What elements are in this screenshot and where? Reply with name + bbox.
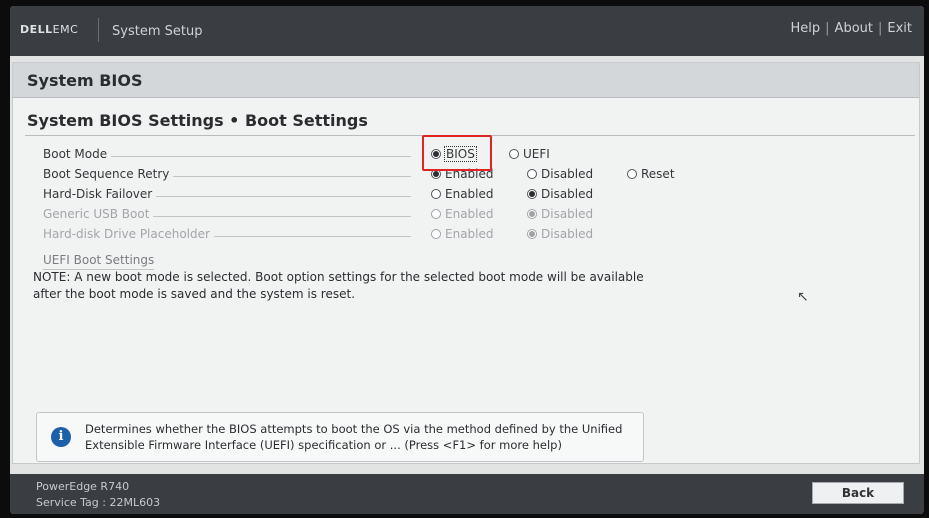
section-title: System BIOS [27, 71, 143, 90]
radio-enabled: Enabled [431, 227, 494, 241]
setting-row-hdd-placeholder: Hard-disk Drive Placeholder Enabled Disa… [43, 227, 913, 245]
info-icon: i [51, 427, 71, 447]
dell-emc-logo: DELLEMC [20, 23, 79, 36]
setting-row-generic-usb-boot: Generic USB Boot Enabled Disabled [43, 207, 913, 225]
service-tag: Service Tag : 22ML603 [36, 496, 161, 509]
main-panel: System BIOS System BIOS Settings • Boot … [12, 62, 920, 464]
setting-label: Boot Mode [43, 147, 112, 161]
link-separator: | [825, 21, 830, 36]
section-header: System BIOS [13, 63, 919, 98]
bios-screen: DELLEMC System Setup Help | About | Exit Sys… [10, 6, 924, 514]
app-title: System Setup [112, 24, 203, 39]
radio-disabled: Disabled [527, 207, 593, 221]
radio-selected-icon [527, 228, 537, 239]
setting-label: Hard-Disk Failover [43, 187, 157, 201]
setting-label: Hard-disk Drive Placeholder [43, 227, 214, 241]
radio-icon [527, 168, 537, 179]
help-box: i Determines whether the BIOS attempts t… [36, 412, 644, 462]
page-title: System BIOS Settings • Boot Settings [27, 111, 368, 130]
top-bar: DELLEMC System Setup Help | About | Exit [10, 6, 924, 56]
setting-row-hard-disk-failover: Hard-Disk Failover Enabled Disabled [43, 187, 913, 205]
radio-selected-icon [527, 208, 537, 219]
setting-label: Boot Sequence Retry [43, 167, 174, 181]
radio-icon [431, 228, 441, 239]
top-links: Help | About | Exit [791, 21, 912, 36]
radio-icon [627, 168, 637, 179]
system-model: PowerEdge R740 [36, 480, 130, 493]
footer-bar: PowerEdge R740 Service Tag : 22ML603 Bac… [10, 474, 924, 514]
radio-enabled[interactable]: Enabled [431, 187, 494, 201]
radio-icon [509, 148, 519, 159]
radio-enabled: Enabled [431, 207, 494, 221]
radio-icon [431, 208, 441, 219]
radio-uefi[interactable]: UEFI [509, 147, 550, 161]
back-button[interactable]: Back [812, 482, 904, 504]
about-link[interactable]: About [835, 21, 873, 36]
help-text: Determines whether the BIOS attempts to … [85, 422, 623, 452]
radio-disabled[interactable]: Disabled [527, 167, 593, 181]
link-separator: | [877, 21, 883, 36]
radio-reset[interactable]: Reset [627, 167, 675, 181]
exit-link[interactable]: Exit [887, 21, 912, 36]
radio-icon [431, 188, 441, 199]
note-text: NOTE: A new boot mode is selected. Boot … [33, 270, 644, 301]
uefi-boot-settings-link[interactable]: UEFI Boot Settings [43, 253, 155, 270]
divider [98, 18, 99, 42]
radio-disabled: Disabled [527, 227, 593, 241]
radio-disabled[interactable]: Disabled [527, 187, 593, 201]
highlight-box [422, 135, 492, 171]
help-link[interactable]: Help [791, 21, 821, 36]
mouse-cursor-icon: ↖ [797, 289, 809, 305]
radio-selected-icon [527, 188, 537, 199]
setting-label: Generic USB Boot [43, 207, 154, 221]
